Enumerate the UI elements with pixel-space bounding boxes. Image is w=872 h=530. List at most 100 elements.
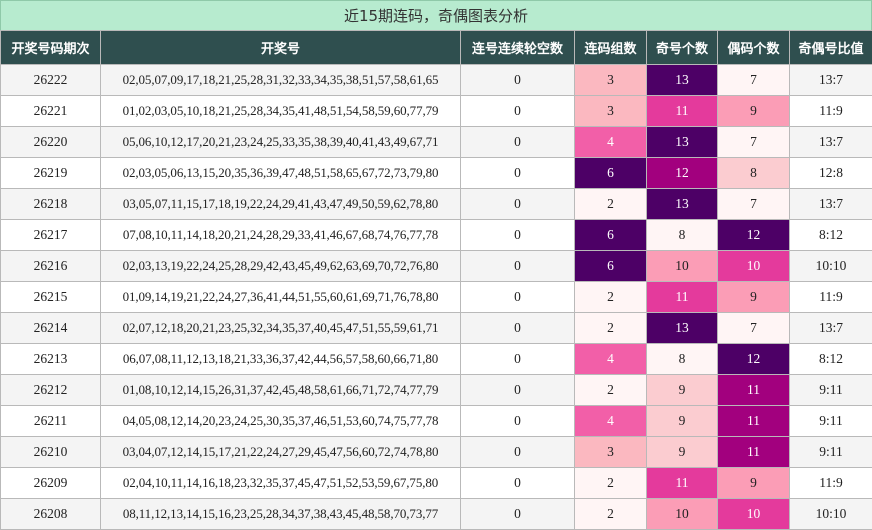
cell-consecutive-miss: 0 (461, 282, 575, 313)
header-odd-count: 奇号个数 (647, 31, 718, 65)
cell-odd-even-ratio: 8:12 (790, 344, 872, 375)
header-period: 开奖号码期次 (1, 31, 101, 65)
cell-odd-even-ratio: 11:9 (790, 468, 872, 499)
cell-consecutive-miss: 0 (461, 220, 575, 251)
table-row: 2621003,04,07,12,14,15,17,21,22,24,27,29… (1, 437, 872, 468)
cell-period: 26221 (1, 96, 101, 127)
cell-even-count: 8 (718, 158, 790, 189)
cell-numbers: 02,03,05,06,13,15,20,35,36,39,47,48,51,5… (101, 158, 461, 189)
cell-odd-even-ratio: 9:11 (790, 437, 872, 468)
cell-even-count: 11 (718, 437, 790, 468)
cell-even-count: 9 (718, 282, 790, 313)
cell-numbers: 06,07,08,11,12,13,18,21,33,36,37,42,44,5… (101, 344, 461, 375)
cell-odd-even-ratio: 13:7 (790, 127, 872, 158)
cell-odd-even-ratio: 13:7 (790, 189, 872, 220)
table-row: 2621306,07,08,11,12,13,18,21,33,36,37,42… (1, 344, 872, 375)
cell-consecutive-groups: 2 (575, 468, 647, 499)
table-row: 2621104,05,08,12,14,20,23,24,25,30,35,37… (1, 406, 872, 437)
table-row: 2621902,03,05,06,13,15,20,35,36,39,47,48… (1, 158, 872, 189)
header-consecutive-miss: 连号连续轮空数 (461, 31, 575, 65)
cell-odd-count: 8 (647, 220, 718, 251)
table-row: 2621803,05,07,11,15,17,18,19,22,24,29,41… (1, 189, 872, 220)
cell-odd-even-ratio: 11:9 (790, 282, 872, 313)
cell-numbers: 07,08,10,11,14,18,20,21,24,28,29,33,41,4… (101, 220, 461, 251)
cell-period: 26208 (1, 499, 101, 530)
cell-consecutive-groups: 4 (575, 127, 647, 158)
cell-numbers: 02,04,10,11,14,16,18,23,32,35,37,45,47,5… (101, 468, 461, 499)
cell-odd-count: 8 (647, 344, 718, 375)
cell-period: 26217 (1, 220, 101, 251)
cell-even-count: 11 (718, 375, 790, 406)
chart-title: 近15期连码，奇偶图表分析 (0, 0, 872, 31)
cell-consecutive-miss: 0 (461, 65, 575, 96)
cell-numbers: 03,04,07,12,14,15,17,21,22,24,27,29,45,4… (101, 437, 461, 468)
cell-consecutive-groups: 6 (575, 158, 647, 189)
cell-consecutive-miss: 0 (461, 127, 575, 158)
cell-period: 26222 (1, 65, 101, 96)
cell-period: 26214 (1, 313, 101, 344)
header-numbers: 开奖号 (101, 31, 461, 65)
cell-period: 26209 (1, 468, 101, 499)
cell-odd-count: 11 (647, 282, 718, 313)
cell-consecutive-miss: 0 (461, 158, 575, 189)
table-row: 2621402,07,12,18,20,21,23,25,32,34,35,37… (1, 313, 872, 344)
cell-consecutive-groups: 2 (575, 313, 647, 344)
cell-consecutive-miss: 0 (461, 251, 575, 282)
cell-odd-even-ratio: 13:7 (790, 65, 872, 96)
cell-period: 26211 (1, 406, 101, 437)
cell-odd-even-ratio: 9:11 (790, 406, 872, 437)
cell-period: 26218 (1, 189, 101, 220)
cell-numbers: 04,05,08,12,14,20,23,24,25,30,35,37,46,5… (101, 406, 461, 437)
cell-period: 26220 (1, 127, 101, 158)
cell-odd-count: 13 (647, 127, 718, 158)
cell-odd-count: 11 (647, 96, 718, 127)
cell-consecutive-groups: 2 (575, 375, 647, 406)
cell-numbers: 02,03,13,19,22,24,25,28,29,42,43,45,49,6… (101, 251, 461, 282)
cell-period: 26219 (1, 158, 101, 189)
header-row: 开奖号码期次 开奖号 连号连续轮空数 连码组数 奇号个数 偶码个数 奇偶号比值 (1, 31, 872, 65)
cell-numbers: 08,11,12,13,14,15,16,23,25,28,34,37,38,4… (101, 499, 461, 530)
table-row: 2621707,08,10,11,14,18,20,21,24,28,29,33… (1, 220, 872, 251)
table-row: 2621201,08,10,12,14,15,26,31,37,42,45,48… (1, 375, 872, 406)
cell-consecutive-groups: 2 (575, 499, 647, 530)
cell-odd-count: 9 (647, 406, 718, 437)
cell-even-count: 9 (718, 96, 790, 127)
cell-consecutive-groups: 4 (575, 344, 647, 375)
cell-consecutive-miss: 0 (461, 96, 575, 127)
cell-numbers: 03,05,07,11,15,17,18,19,22,24,29,41,43,4… (101, 189, 461, 220)
cell-consecutive-groups: 6 (575, 220, 647, 251)
table-row: 2622005,06,10,12,17,20,21,23,24,25,33,35… (1, 127, 872, 158)
cell-even-count: 9 (718, 468, 790, 499)
header-odd-even-ratio: 奇偶号比值 (790, 31, 872, 65)
header-consecutive-groups: 连码组数 (575, 31, 647, 65)
cell-odd-even-ratio: 13:7 (790, 313, 872, 344)
table-row: 2621602,03,13,19,22,24,25,28,29,42,43,45… (1, 251, 872, 282)
cell-odd-even-ratio: 12:8 (790, 158, 872, 189)
cell-consecutive-miss: 0 (461, 189, 575, 220)
table-row: 2620902,04,10,11,14,16,18,23,32,35,37,45… (1, 468, 872, 499)
cell-even-count: 7 (718, 189, 790, 220)
cell-consecutive-groups: 2 (575, 189, 647, 220)
cell-period: 26215 (1, 282, 101, 313)
cell-odd-even-ratio: 11:9 (790, 96, 872, 127)
cell-consecutive-miss: 0 (461, 344, 575, 375)
cell-odd-count: 10 (647, 499, 718, 530)
cell-odd-even-ratio: 10:10 (790, 499, 872, 530)
cell-consecutive-groups: 3 (575, 437, 647, 468)
cell-odd-count: 12 (647, 158, 718, 189)
cell-odd-count: 13 (647, 189, 718, 220)
cell-odd-count: 9 (647, 437, 718, 468)
cell-period: 26213 (1, 344, 101, 375)
cell-consecutive-miss: 0 (461, 313, 575, 344)
cell-consecutive-miss: 0 (461, 468, 575, 499)
cell-odd-count: 13 (647, 313, 718, 344)
data-table: 开奖号码期次 开奖号 连号连续轮空数 连码组数 奇号个数 偶码个数 奇偶号比值 … (0, 30, 872, 530)
cell-odd-count: 9 (647, 375, 718, 406)
cell-even-count: 10 (718, 499, 790, 530)
chart-container: 近15期连码，奇偶图表分析 开奖号码期次 开奖号 连号连续轮空数 连码组数 奇号… (0, 0, 872, 528)
cell-numbers: 05,06,10,12,17,20,21,23,24,25,33,35,38,3… (101, 127, 461, 158)
cell-consecutive-miss: 0 (461, 499, 575, 530)
cell-odd-even-ratio: 8:12 (790, 220, 872, 251)
cell-consecutive-miss: 0 (461, 406, 575, 437)
cell-odd-count: 11 (647, 468, 718, 499)
